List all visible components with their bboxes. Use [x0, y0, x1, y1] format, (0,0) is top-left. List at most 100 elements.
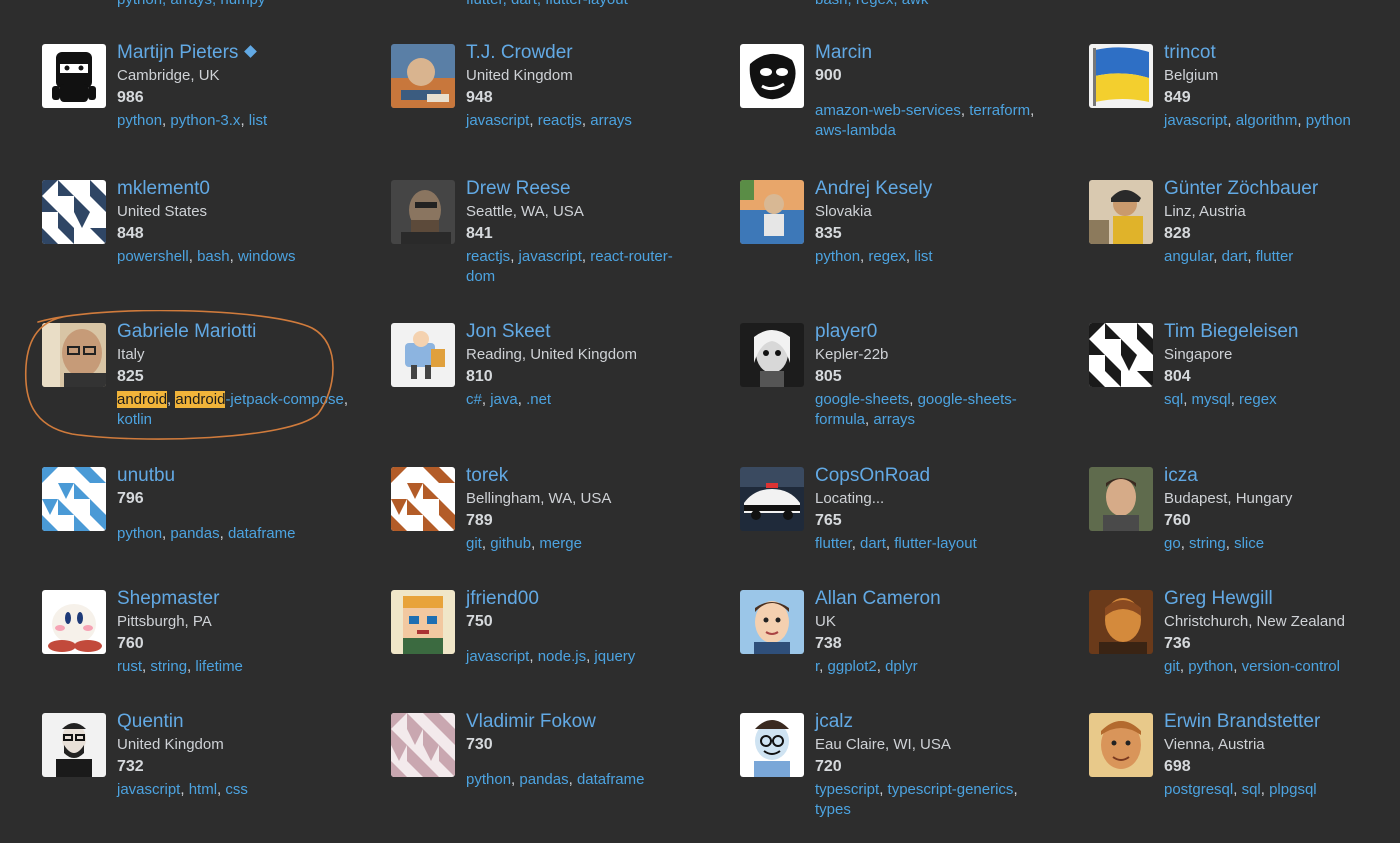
tag-link-plpgsql[interactable]: plpgsql	[1269, 781, 1317, 798]
tag-link-pandas[interactable]: pandas	[170, 525, 219, 542]
user-avatar[interactable]	[1089, 713, 1153, 777]
tag-link-jquery[interactable]: jquery	[594, 648, 635, 665]
tag-link-flutter[interactable]: flutter	[1256, 248, 1294, 265]
user-name-link[interactable]: icza	[1164, 464, 1400, 488]
tag-link-python[interactable]: python	[466, 771, 511, 788]
user-name-link[interactable]: Shepmaster	[117, 587, 387, 611]
user-name-link[interactable]: player0	[815, 320, 1085, 344]
user-name-link[interactable]: CopsOnRoad	[815, 464, 1085, 488]
user-avatar[interactable]	[42, 323, 106, 387]
user-avatar[interactable]	[740, 713, 804, 777]
tag-link-sql[interactable]: sql	[1164, 391, 1183, 408]
tag-link-javascript[interactable]: javascript	[519, 248, 582, 265]
tag-link-go[interactable]: go	[1164, 535, 1181, 552]
tag-link-c[interactable]: c#	[466, 391, 482, 408]
tag-link-sql[interactable]: sql	[1242, 781, 1261, 798]
tag-link-python-3-x[interactable]: python-3.x	[170, 112, 240, 129]
user-name-link[interactable]: Erwin Brandstetter	[1164, 710, 1400, 734]
user-avatar[interactable]	[740, 323, 804, 387]
user-name-link[interactable]: Günter Zöchbauer	[1164, 177, 1400, 201]
user-name-link[interactable]: Allan Cameron	[815, 587, 1085, 611]
user-avatar[interactable]	[1089, 590, 1153, 654]
tag-link-lifetime[interactable]: lifetime	[195, 658, 243, 675]
tag-link-slice[interactable]: slice	[1234, 535, 1264, 552]
user-avatar[interactable]	[391, 180, 455, 244]
tag-link-pandas[interactable]: pandas	[519, 771, 568, 788]
user-avatar[interactable]	[42, 44, 106, 108]
tag-link-net[interactable]: .net	[526, 391, 551, 408]
top-strip-tags-4[interactable]	[1164, 0, 1364, 5]
tag-link-github[interactable]: github	[490, 535, 531, 552]
tag-link-git[interactable]: git	[1164, 658, 1180, 675]
tag-link-javascript[interactable]: javascript	[1164, 112, 1227, 129]
tag-link-typescript[interactable]: typescript	[815, 781, 879, 798]
user-name-link[interactable]: Jon Skeet	[466, 320, 736, 344]
tag-link-regex[interactable]: regex	[1239, 391, 1277, 408]
top-strip-tags-1[interactable]: python, arrays, numpy	[117, 0, 265, 8]
user-name-link[interactable]: jcalz	[815, 710, 1085, 734]
tag-link-dataframe[interactable]: dataframe	[228, 525, 296, 542]
user-name-link[interactable]: torek	[466, 464, 736, 488]
tag-link-kotlin[interactable]: kotlin	[117, 411, 152, 428]
tag-link-aws-lambda[interactable]: aws-lambda	[815, 122, 896, 139]
tag-link-dataframe[interactable]: dataframe	[577, 771, 645, 788]
tag-link-android[interactable]: android	[117, 391, 168, 408]
tag-link-string[interactable]: string	[150, 658, 187, 675]
user-name-link[interactable]: unutbu	[117, 464, 387, 488]
tag-link-mysql[interactable]: mysql	[1192, 391, 1231, 408]
user-avatar[interactable]	[740, 180, 804, 244]
user-avatar[interactable]	[42, 180, 106, 244]
tag-link-reactjs[interactable]: reactjs	[538, 112, 582, 129]
tag-link-google-sheets[interactable]: google-sheets	[815, 391, 909, 408]
tag-link-python[interactable]: python	[117, 525, 162, 542]
user-name-link[interactable]: Marcin	[815, 41, 1085, 65]
tag-link-dart[interactable]: dart	[860, 535, 886, 552]
user-name-link[interactable]: Quentin	[117, 710, 387, 734]
tag-link-python[interactable]: python	[1306, 112, 1351, 129]
tag-link-string[interactable]: string	[1189, 535, 1226, 552]
user-name-link[interactable]: Andrej Kesely	[815, 177, 1085, 201]
user-name-link[interactable]: Tim Biegeleisen	[1164, 320, 1400, 344]
tag-link-css[interactable]: css	[225, 781, 248, 798]
tag-link-r[interactable]: r	[815, 658, 819, 675]
top-strip-tags-2[interactable]: flutter, dart, flutter-layout	[466, 0, 628, 8]
tag-link-python[interactable]: python	[815, 248, 860, 265]
tag-link-regex[interactable]: regex	[868, 248, 906, 265]
tag-link-arrays[interactable]: arrays	[590, 112, 632, 129]
tag-link-rust[interactable]: rust	[117, 658, 142, 675]
tag-link-algorithm[interactable]: algorithm	[1236, 112, 1298, 129]
user-avatar[interactable]	[391, 44, 455, 108]
tag-link-java[interactable]: java	[490, 391, 518, 408]
tag-link-bash[interactable]: bash	[197, 248, 230, 265]
tag-link-javascript[interactable]: javascript	[466, 648, 529, 665]
user-avatar[interactable]	[42, 467, 106, 531]
tag-link-angular[interactable]: angular	[1164, 248, 1213, 265]
user-avatar[interactable]	[391, 323, 455, 387]
tag-link-node-js[interactable]: node.js	[538, 648, 586, 665]
tag-link-android-jetpack-compose[interactable]: android-jetpack-compose	[175, 391, 344, 408]
user-name-link[interactable]: Greg Hewgill	[1164, 587, 1400, 611]
user-avatar[interactable]	[1089, 323, 1153, 387]
user-avatar[interactable]	[391, 713, 455, 777]
user-name-link[interactable]: Martijn Pieters	[117, 41, 387, 65]
user-name-link[interactable]: mklement0	[117, 177, 387, 201]
user-avatar[interactable]	[391, 590, 455, 654]
tag-link-list[interactable]: list	[914, 248, 932, 265]
user-avatar[interactable]	[1089, 180, 1153, 244]
user-name-link[interactable]: Gabriele Mariotti	[117, 320, 387, 344]
tag-link-dart[interactable]: dart	[1222, 248, 1248, 265]
user-name-link[interactable]: Vladimir Fokow	[466, 710, 736, 734]
user-avatar[interactable]	[740, 590, 804, 654]
tag-link-postgresql[interactable]: postgresql	[1164, 781, 1233, 798]
tag-link-powershell[interactable]: powershell	[117, 248, 189, 265]
tag-link-arrays[interactable]: arrays	[873, 411, 915, 428]
tag-link-reactjs[interactable]: reactjs	[466, 248, 510, 265]
tag-link-list[interactable]: list	[249, 112, 267, 129]
tag-link-terraform[interactable]: terraform	[969, 102, 1030, 119]
tag-link-merge[interactable]: merge	[539, 535, 582, 552]
user-avatar[interactable]	[740, 44, 804, 108]
user-avatar[interactable]	[1089, 467, 1153, 531]
user-avatar[interactable]	[391, 467, 455, 531]
user-avatar[interactable]	[42, 590, 106, 654]
user-name-link[interactable]: Drew Reese	[466, 177, 736, 201]
